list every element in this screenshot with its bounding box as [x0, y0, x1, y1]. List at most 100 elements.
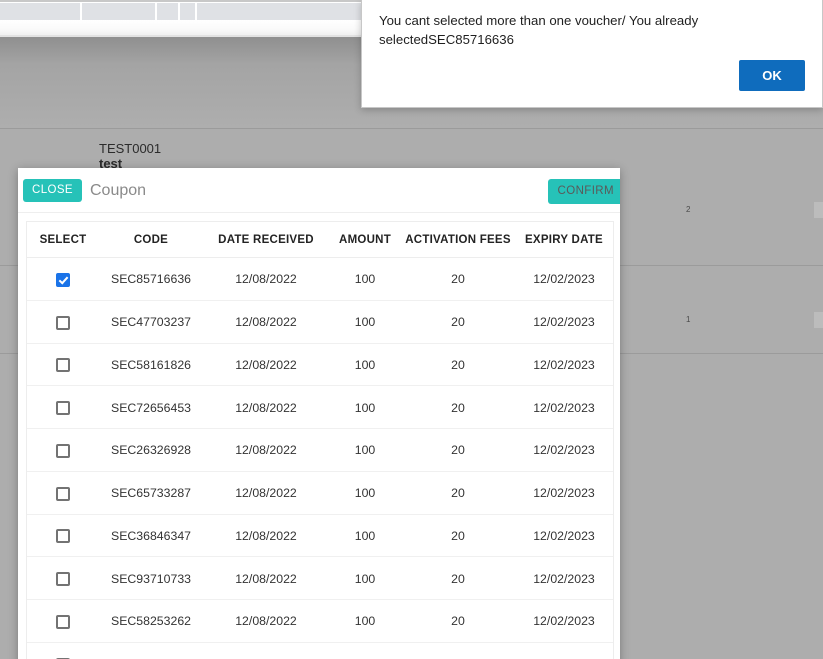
date-received-cell: 12/08/2022 — [203, 642, 329, 659]
coupon-table-body: SEC85716636 12/08/2022 100 20 12/02/2023 SEC4… — [27, 257, 613, 659]
select-cell — [27, 385, 99, 429]
tab-separator — [155, 3, 157, 20]
row-select-checkbox[interactable] — [56, 315, 70, 330]
activation-fees-cell: 20 — [401, 300, 515, 344]
confirm-button[interactable]: CONFIRM — [547, 179, 620, 204]
column-header-code: CODE — [99, 222, 203, 258]
expiry-date-cell: 12/02/2023 — [515, 343, 613, 387]
amount-cell: 100 — [329, 428, 401, 472]
row-select-checkbox[interactable] — [56, 272, 70, 287]
code-cell: SEC47703237 — [99, 300, 203, 344]
amount-cell: 100 — [329, 471, 401, 515]
select-cell — [27, 343, 99, 387]
amount-cell: 100 — [329, 599, 401, 643]
date-received-cell: 12/08/2022 — [203, 514, 329, 558]
row-action-button[interactable] — [814, 202, 823, 218]
close-button[interactable]: CLOSE — [23, 179, 82, 202]
table-row[interactable]: SEC26326928 12/08/2022 100 20 12/02/2023 — [27, 428, 613, 472]
select-cell — [27, 556, 99, 600]
expiry-date-cell: 12/02/2023 — [515, 642, 613, 659]
date-received-cell: 12/08/2022 — [203, 385, 329, 429]
table-row[interactable]: SEC93710733 12/08/2022 100 20 12/02/2023 — [27, 556, 613, 600]
row-select-checkbox[interactable] — [56, 529, 70, 544]
code-cell: SEC10982046 — [99, 642, 203, 659]
select-cell — [27, 514, 99, 558]
expiry-date-cell: 12/02/2023 — [515, 385, 613, 429]
table-row[interactable]: SEC58161826 12/08/2022 100 20 12/02/2023 — [27, 343, 613, 387]
expiry-date-cell: 12/02/2023 — [515, 599, 613, 643]
background-quantity: 1 — [686, 315, 691, 324]
activation-fees-cell: 20 — [401, 556, 515, 600]
code-cell: SEC65733287 — [99, 471, 203, 515]
expiry-date-cell: 12/02/2023 — [515, 428, 613, 472]
code-cell: SEC58161826 — [99, 343, 203, 387]
row-select-checkbox[interactable] — [56, 443, 70, 458]
select-cell — [27, 428, 99, 472]
activation-fees-cell: 20 — [401, 428, 515, 472]
modal-title: Coupon — [90, 182, 147, 199]
amount-cell: 100 — [329, 642, 401, 659]
tab-separator — [80, 3, 82, 20]
code-cell: SEC72656453 — [99, 385, 203, 429]
date-received-cell: 12/08/2022 — [203, 257, 329, 301]
code-cell: SEC85716636 — [99, 257, 203, 301]
date-received-cell: 12/08/2022 — [203, 471, 329, 515]
select-cell — [27, 257, 99, 301]
amount-cell: 100 — [329, 300, 401, 344]
amount-cell: 100 — [329, 514, 401, 558]
select-cell — [27, 471, 99, 515]
modal-header: CLOSE Coupon CONFIRM — [18, 168, 620, 213]
column-header-select: SELECT — [27, 222, 99, 258]
background-item-code: TEST0001 — [99, 141, 162, 156]
activation-fees-cell: 20 — [401, 471, 515, 515]
row-select-checkbox[interactable] — [56, 572, 70, 586]
date-received-cell: 12/08/2022 — [203, 343, 329, 387]
table-row[interactable]: SEC85716636 12/08/2022 100 20 12/02/2023 — [27, 257, 613, 301]
date-received-cell: 12/08/2022 — [203, 599, 329, 643]
activation-fees-cell: 20 — [401, 642, 515, 659]
table-row[interactable]: SEC58253262 12/08/2022 100 20 12/02/2023 — [27, 599, 613, 643]
row-action-button[interactable] — [814, 312, 823, 328]
table-row[interactable]: SEC36846347 12/08/2022 100 20 12/02/2023 — [27, 514, 613, 558]
alert-ok-button[interactable]: OK — [739, 60, 805, 91]
code-cell: SEC58253262 — [99, 599, 203, 643]
table-row[interactable]: SEC1098204612/08/20221002012/02/2023 — [27, 642, 613, 659]
column-header-date: DATE RECEIVED — [203, 222, 329, 258]
amount-cell: 100 — [329, 385, 401, 429]
screen: TEST0001 test 2 1 CLOSE Coupon CONFIRM S… — [0, 0, 823, 659]
amount-cell: 100 — [329, 257, 401, 301]
column-header-fees: ACTIVATION FEES — [401, 222, 515, 258]
activation-fees-cell: 20 — [401, 514, 515, 558]
row-select-checkbox[interactable] — [56, 358, 70, 373]
coupon-table: SELECT CODE DATE RECEIVED AMOUNT ACTIVAT… — [27, 222, 613, 659]
activation-fees-cell: 20 — [401, 343, 515, 387]
row-select-checkbox[interactable] — [56, 486, 70, 501]
expiry-date-cell: 12/02/2023 — [515, 514, 613, 558]
amount-cell: 100 — [329, 343, 401, 387]
row-select-checkbox[interactable] — [56, 401, 70, 415]
browser-alert-dialog: You cant selected more than one voucher/… — [361, 0, 823, 108]
code-cell: SEC36846347 — [99, 514, 203, 558]
expiry-date-cell: 12/02/2023 — [515, 300, 613, 344]
code-cell: SEC26326928 — [99, 428, 203, 472]
section-divider — [0, 128, 823, 129]
table-row[interactable]: SEC72656453 12/08/2022 100 20 12/02/2023 — [27, 385, 613, 429]
date-received-cell: 12/08/2022 — [203, 428, 329, 472]
expiry-date-cell: 12/02/2023 — [515, 556, 613, 600]
row-select-checkbox[interactable] — [56, 614, 70, 629]
select-cell — [27, 300, 99, 344]
activation-fees-cell: 20 — [401, 385, 515, 429]
column-header-expiry: EXPIRY DATE — [515, 222, 613, 258]
coupon-table-container: SELECT CODE DATE RECEIVED AMOUNT ACTIVAT… — [26, 221, 614, 659]
expiry-date-cell: 12/02/2023 — [515, 471, 613, 515]
code-cell: SEC93710733 — [99, 556, 203, 600]
table-row[interactable]: SEC47703237 12/08/2022 100 20 12/02/2023 — [27, 300, 613, 344]
coupon-table-head: SELECT CODE DATE RECEIVED AMOUNT ACTIVAT… — [27, 222, 613, 258]
table-row[interactable]: SEC65733287 12/08/2022 100 20 12/02/2023 — [27, 471, 613, 515]
tab-separator — [195, 3, 197, 20]
select-cell — [27, 642, 99, 659]
column-header-amount: AMOUNT — [329, 222, 401, 258]
date-received-cell: 12/08/2022 — [203, 556, 329, 600]
expiry-date-cell: 12/02/2023 — [515, 257, 613, 301]
amount-cell: 100 — [329, 556, 401, 600]
